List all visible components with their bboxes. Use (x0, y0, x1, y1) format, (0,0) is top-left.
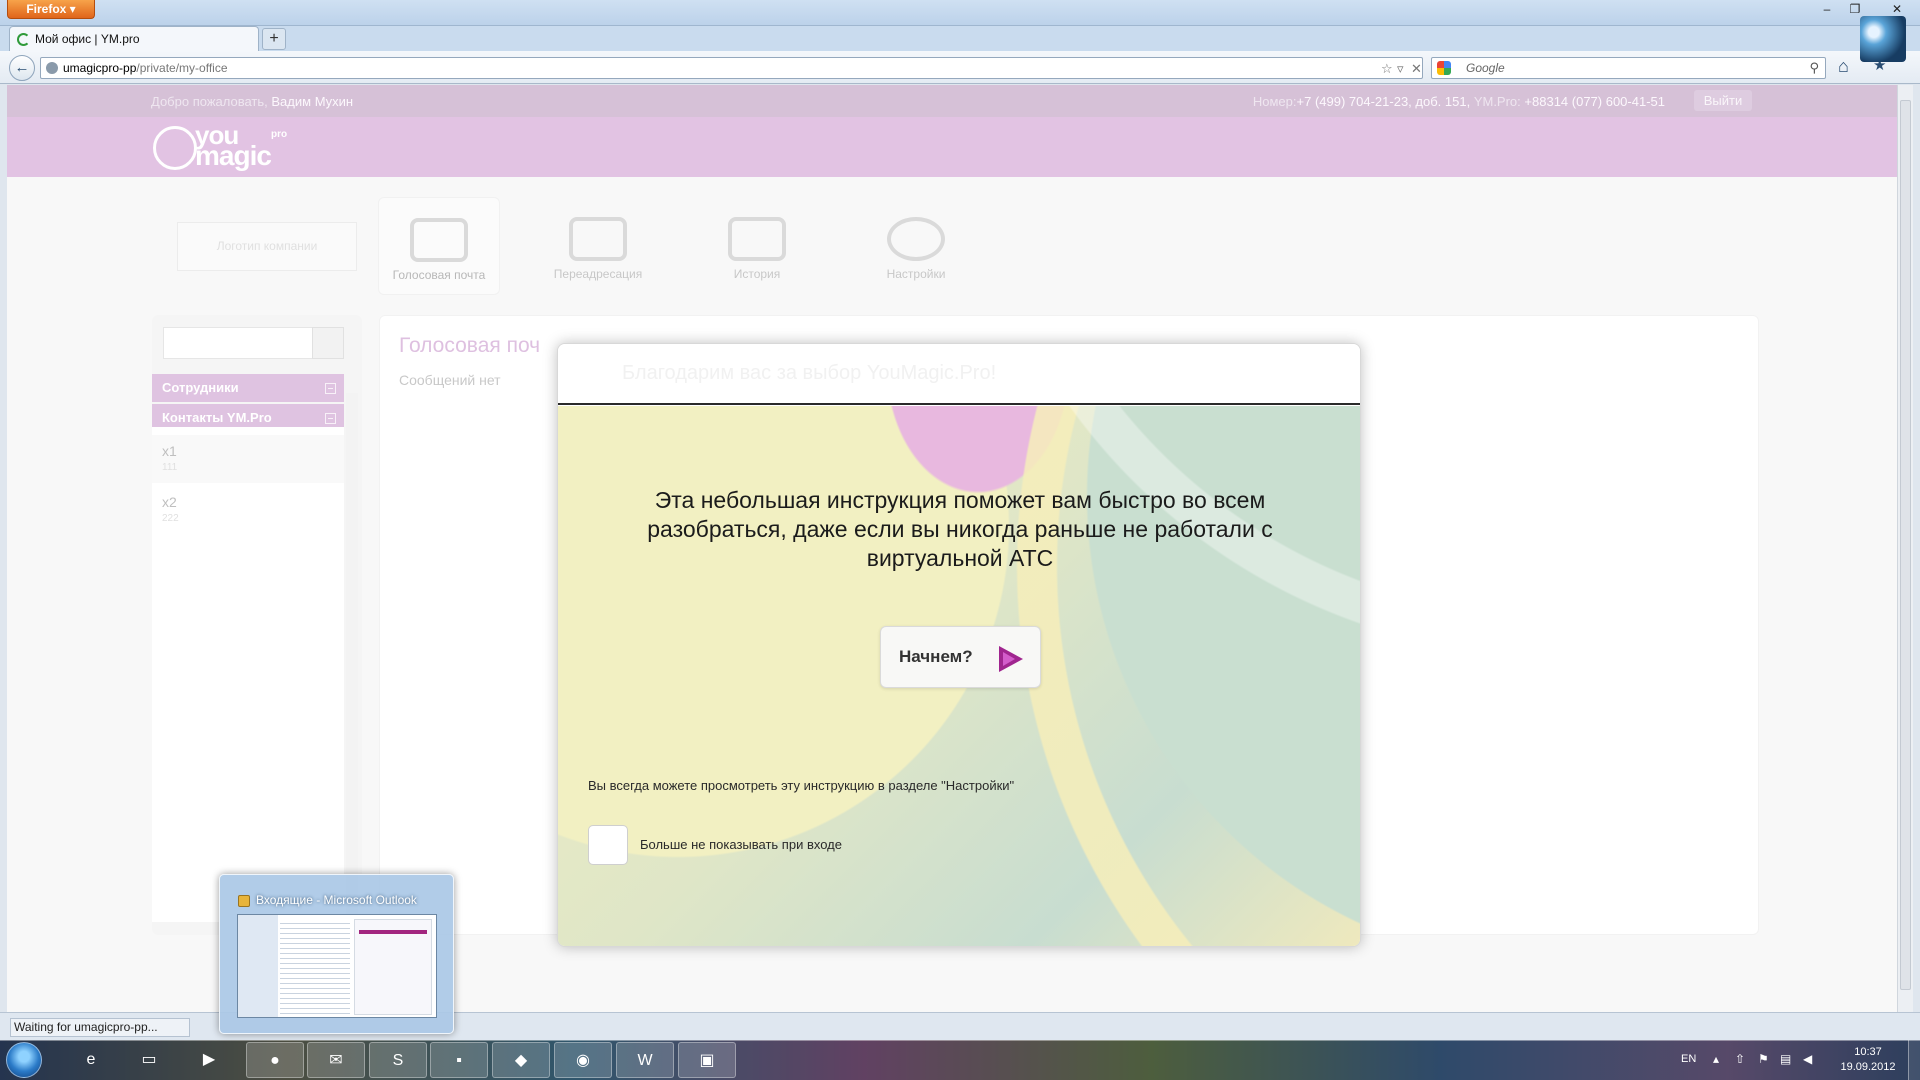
firefox-menu-button[interactable]: Firefox ▾ (7, 0, 95, 19)
thumbnail-title: Входящие - Microsoft Outlook (256, 893, 417, 907)
new-tab-label: + (269, 30, 279, 47)
modal-body: Эта небольшая инструкция поможет вам быс… (558, 406, 1360, 946)
clock[interactable]: 10:37 19.09.2012 (1833, 1045, 1903, 1075)
preview-reading-pane (354, 919, 432, 1015)
google-engine-icon[interactable] (1437, 61, 1451, 75)
app-round-icon[interactable]: ◉ (554, 1042, 612, 1078)
search-icon[interactable]: ⚲ (1809, 58, 1819, 78)
tab-my-office[interactable]: Мой офис | YM.pro (9, 26, 259, 52)
url-bar[interactable]: umagicpro-pp/private/my-office ☆ ▿ ✕ (40, 57, 1423, 79)
word-icon[interactable]: W (616, 1042, 674, 1078)
url-path: /private/my-office (136, 61, 228, 75)
clock-date: 19.09.2012 (1840, 1061, 1896, 1073)
home-icon[interactable]: ⌂ (1838, 56, 1849, 77)
start-button-label: Начнем? (899, 647, 973, 666)
thumbnail-preview[interactable] (237, 914, 437, 1018)
firefox-menu-label: Firefox (26, 2, 67, 16)
intro-text: Эта небольшая инструкция поможет вам быс… (647, 487, 1273, 571)
stop-icon[interactable]: ✕ (1411, 59, 1422, 79)
outlook-icon (238, 895, 250, 907)
windows-taskbar: e ▭ ▶ ● ✉ S ▪ ◆ ◉ W ▣ EN ▴ ⇧ ⚑ ▤ ◀ 10:37… (0, 1040, 1920, 1080)
dont-show-again-checkbox[interactable] (588, 825, 628, 865)
window-titlebar: Firefox ▾ – ❐ ✕ (0, 0, 1920, 26)
media-player-icon[interactable]: ▶ (180, 1042, 238, 1078)
start-tour-button[interactable]: Начнем? (880, 626, 1041, 688)
tab-title: Мой офис | YM.pro (35, 32, 140, 46)
show-desktop-button[interactable] (1908, 1040, 1920, 1080)
cmd-icon[interactable]: ▪ (430, 1042, 488, 1078)
ie-icon[interactable]: e (62, 1042, 120, 1078)
loading-spinner-icon (17, 33, 30, 46)
firefox-icon[interactable]: ● (246, 1042, 304, 1078)
action-center-flag-icon[interactable]: ⚑ (1758, 1052, 1769, 1066)
clock-time: 10:37 (1854, 1046, 1882, 1058)
network-icon[interactable]: ▤ (1780, 1052, 1791, 1066)
modal-header: Благодарим вас за выбор YouMagic.Pro! (558, 344, 1360, 405)
alien-app-icon[interactable]: ◆ (492, 1042, 550, 1078)
tray-expand-icon[interactable]: ▴ (1713, 1052, 1719, 1066)
back-arrow-icon: ← (14, 59, 30, 76)
preview-message-list (280, 919, 350, 1015)
start-button[interactable] (6, 1042, 42, 1078)
explorer-folder-icon[interactable]: ▭ (120, 1042, 178, 1078)
dont-show-again-label[interactable]: Больше не показывать при входе (640, 837, 842, 852)
site-identity-icon[interactable] (46, 62, 58, 74)
new-tab-button[interactable]: + (262, 28, 286, 50)
tab-strip: Мой офис | YM.pro + (0, 26, 1920, 52)
preview-folder-pane (238, 915, 278, 1017)
page-scrollbar[interactable] (1897, 85, 1913, 1015)
page-scrollbar-thumb[interactable] (1900, 100, 1911, 990)
skype-icon[interactable]: S (369, 1042, 427, 1078)
onboarding-modal: Благодарим вас за выбор YouMagic.Pro! Эт… (557, 343, 1361, 947)
minimize-button[interactable]: – (1814, 1, 1840, 19)
settings-hint-text: Вы всегда можете просмотреть эту инструк… (588, 778, 1015, 793)
back-button[interactable]: ← (9, 55, 35, 81)
persona-decoration-image (1860, 16, 1906, 62)
status-text: Waiting for umagicpro-pp... (10, 1018, 190, 1037)
tray-update-icon[interactable]: ⇧ (1735, 1052, 1745, 1066)
navigation-toolbar: ← umagicpro-pp/private/my-office ☆ ▿ ✕ G… (0, 51, 1920, 84)
history-dropdown-icon[interactable]: ▿ (1397, 59, 1404, 79)
search-placeholder: Google (1466, 61, 1505, 75)
volume-icon[interactable]: ◀ (1803, 1052, 1812, 1066)
outlook-icon[interactable]: ✉ (307, 1042, 365, 1078)
bookmark-star-icon[interactable]: ☆ (1381, 59, 1393, 79)
url-host: umagicpro-pp (63, 61, 137, 75)
language-indicator[interactable]: EN (1681, 1053, 1696, 1065)
play-arrow-highlight (1003, 652, 1015, 666)
outlook-taskbar-thumbnail[interactable]: Входящие - Microsoft Outlook (219, 874, 454, 1034)
search-bar[interactable]: Google ⚲ (1431, 57, 1826, 79)
modal-title: Благодарим вас за выбор YouMagic.Pro! (622, 362, 997, 384)
window-app-icon[interactable]: ▣ (678, 1042, 736, 1078)
